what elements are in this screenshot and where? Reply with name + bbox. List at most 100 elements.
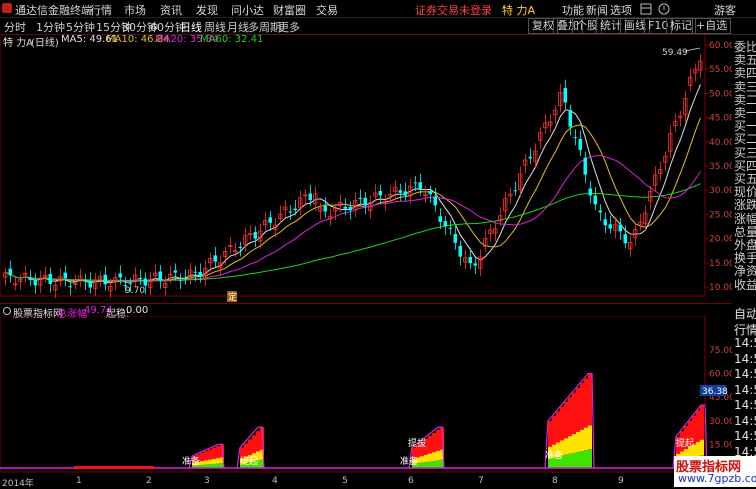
candle	[158, 271, 162, 281]
price-tick: 40.00	[709, 138, 732, 148]
menu-xinwen[interactable]: 新闻	[586, 2, 608, 18]
candle	[118, 273, 122, 278]
candle	[618, 224, 622, 232]
candle	[458, 245, 462, 257]
menu-xuanxiang[interactable]: 选项	[610, 2, 632, 18]
time-tick: 8	[552, 476, 558, 486]
indicator-bar	[432, 432, 436, 453]
watermark-url: www.7gpzb.com	[678, 472, 756, 485]
tick-panel: 自动行情14:5014:5014:5014:5014:5014:5014:501…	[732, 305, 756, 475]
guest-label[interactable]: 游客	[714, 2, 736, 18]
indicator-signal-label: 准备	[400, 455, 418, 467]
indicator-line2-value: 0.00	[126, 305, 149, 316]
candle	[623, 234, 627, 244]
candle	[438, 216, 442, 223]
candle	[253, 232, 257, 239]
panel-divider	[0, 303, 732, 304]
app-title: 通达信金融终端	[15, 4, 92, 17]
event-marker[interactable]: 定	[228, 291, 237, 303]
candle	[578, 138, 582, 150]
indicator-bar	[256, 431, 260, 452]
candles	[3, 53, 703, 299]
indicator-bar	[700, 405, 704, 440]
time-axis: 2014年 1 2 3 4 5 6 7 8 9	[0, 476, 680, 489]
price-tick: 45.00	[709, 114, 732, 124]
menu-wenxiaoda[interactable]: 问小达	[231, 2, 264, 18]
period-fenshi[interactable]: 分时	[4, 19, 26, 35]
alert-icon[interactable]	[658, 3, 670, 15]
price-axis: 60.00 55.00 50.00 45.00 40.00 35.00 30.00 25.00…	[705, 41, 732, 293]
menu-shichang[interactable]: 市场	[124, 2, 146, 18]
indicator-bar	[204, 451, 208, 461]
tick-field: 自动	[734, 307, 756, 321]
candle	[143, 278, 147, 286]
indicator-signal-label: 提起	[240, 456, 258, 467]
candle	[293, 208, 297, 211]
menu-zixun[interactable]: 资讯	[160, 2, 182, 18]
time-tick: 2014年	[2, 479, 34, 489]
indicator-bar	[560, 406, 564, 441]
candle	[448, 227, 452, 229]
candle	[103, 274, 107, 285]
indicator-bar	[552, 416, 556, 445]
price-tick: 55.00	[709, 65, 732, 75]
candlestick-chart[interactable]: 60.00 55.00 50.00 45.00 40.00 35.00 30.00 25.00…	[0, 34, 732, 304]
candle	[68, 286, 72, 288]
candle	[138, 277, 142, 280]
indicator-tick: 60.00	[709, 370, 732, 380]
period-more[interactable]: 更多	[278, 19, 300, 35]
indicator-bar	[200, 452, 204, 462]
candle	[413, 182, 417, 184]
period-toolbar: 分时 1分钟 5分钟 15分钟 30分钟 60分钟 日线 周线 月线 多周期 更…	[0, 18, 756, 35]
indicator-axis: 75.0060.0045.0030.0015.00	[709, 346, 732, 450]
stock-name-title: 特 力A	[502, 4, 536, 17]
indicator-bar	[436, 430, 440, 451]
candle	[588, 188, 592, 196]
indicator-signal-label: 提拔	[408, 437, 426, 449]
candle	[418, 182, 422, 190]
candle	[173, 270, 177, 273]
indicator-bar	[212, 447, 216, 459]
indicator-bar	[252, 435, 256, 454]
menu-caifuquan[interactable]: 财富圈	[273, 2, 306, 18]
indicator-tick: 15.00	[709, 440, 732, 450]
period-1min[interactable]: 1分钟	[36, 19, 65, 35]
menu-jiaoyi[interactable]: 交易	[316, 2, 338, 18]
candle	[593, 195, 597, 205]
ma5-line	[5, 84, 701, 284]
candle	[213, 255, 217, 262]
candle	[358, 197, 362, 199]
indicator-current-value: 36.38	[702, 387, 728, 397]
layout-icon[interactable]	[640, 3, 652, 15]
indicator-gear-icon[interactable]	[2, 306, 12, 316]
indicator-bar	[564, 401, 568, 439]
indicator-chart[interactable]: 75.0060.0045.0030.0015.00 36.38 准备 提起 准备提拔…	[0, 316, 732, 476]
candle	[363, 197, 367, 206]
tick-field: 14:50	[734, 413, 756, 428]
price-tick: 20.00	[709, 235, 732, 245]
title-bar: 通达信金融终端 行情 市场 资讯 发现 问小达 财富圈 交易 证券交易未登录 特…	[0, 0, 756, 18]
candle	[88, 280, 92, 288]
period-multi[interactable]: 多周期	[248, 19, 281, 35]
candle	[268, 217, 272, 223]
indicator-bar	[568, 397, 572, 437]
candle	[33, 279, 37, 286]
candle	[473, 263, 477, 266]
period-5min[interactable]: 5分钟	[66, 19, 95, 35]
candle	[378, 190, 382, 196]
price-tick: 15.00	[709, 259, 732, 269]
period-weekly[interactable]: 周线	[204, 19, 226, 35]
period-monthly[interactable]: 月线	[227, 19, 249, 35]
time-tick: 6	[408, 476, 414, 486]
candle	[603, 219, 607, 226]
period-daily[interactable]: 日线	[180, 19, 202, 35]
add-watchlist-button[interactable]: +自选	[692, 18, 732, 34]
candle	[63, 272, 67, 279]
indicator-tick: 30.00	[709, 417, 732, 427]
menu-gongneng[interactable]: 功能	[562, 2, 584, 18]
menu-hangqing[interactable]: 行情	[90, 2, 112, 18]
tick-field: 14:50	[734, 398, 756, 412]
menu-faxian[interactable]: 发现	[196, 2, 218, 18]
login-status[interactable]: 证券交易未登录	[415, 2, 492, 18]
candle	[563, 87, 567, 103]
